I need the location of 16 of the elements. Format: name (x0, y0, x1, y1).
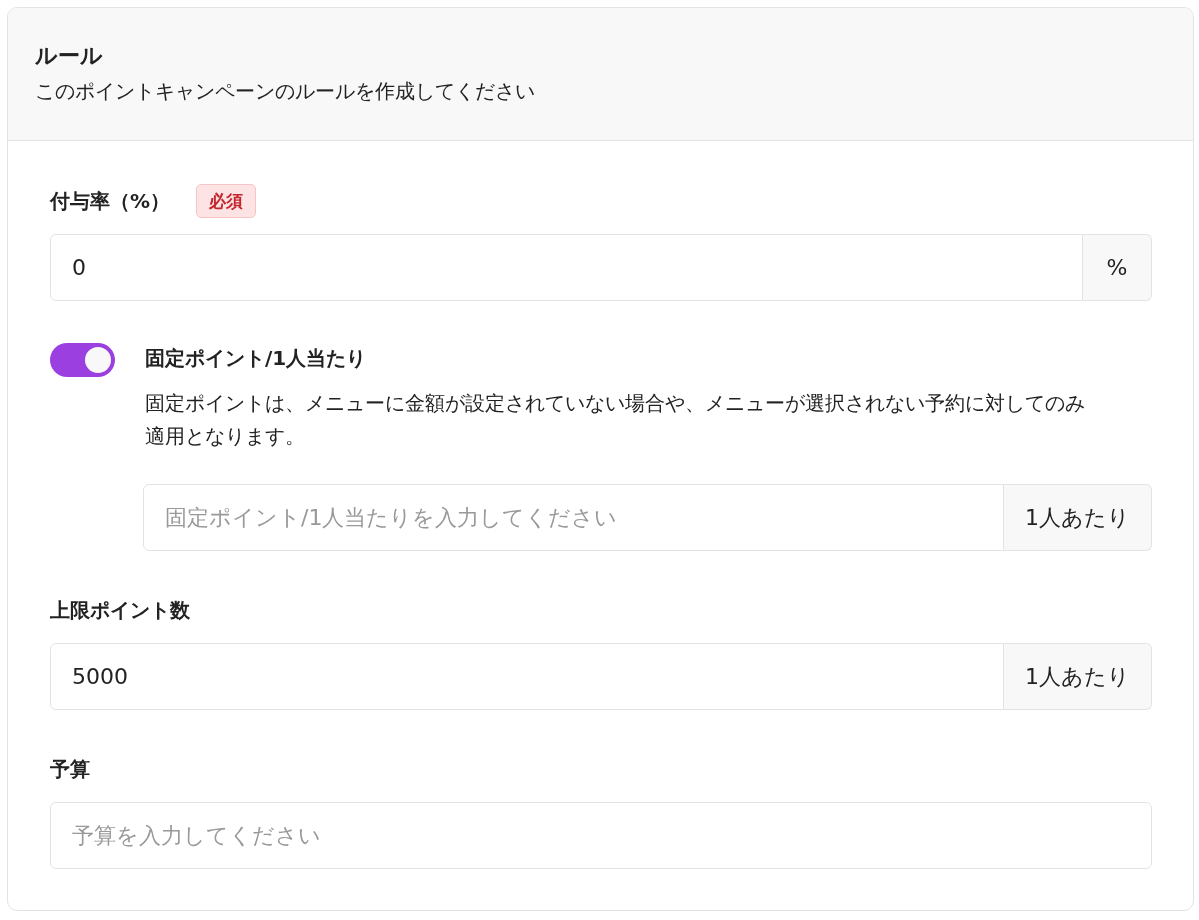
unit-label: 1人あたり (1004, 484, 1152, 551)
required-badge: 必須 (196, 184, 257, 218)
toggle-description: 固定ポイントは、メニューに金額が設定されていない場合や、メニューが選択されない予約に対してのみ適用となります。 (145, 390, 1086, 450)
section-subtitle: このポイントキャンペーンのルールを作成してください (35, 78, 536, 105)
field-label: 予算 (50, 756, 90, 783)
input-field[interactable]: 固定ポイント/1人当たりを入力してください (143, 484, 1004, 551)
input-field[interactable]: 5000 (50, 643, 1004, 710)
unit-label: 1人あたり (1004, 643, 1152, 710)
input-field[interactable]: 0 (50, 234, 1083, 301)
field-label: 上限ポイント数 (50, 597, 190, 624)
toggle-switch[interactable] (50, 343, 115, 377)
unit-label: % (1083, 234, 1152, 301)
input-field[interactable]: 予算を入力してください (50, 802, 1152, 869)
toggle-label: 固定ポイント/1人当たり (145, 345, 367, 372)
field-label: 付与率（%） (50, 188, 171, 215)
section-title: ルール (35, 42, 104, 70)
